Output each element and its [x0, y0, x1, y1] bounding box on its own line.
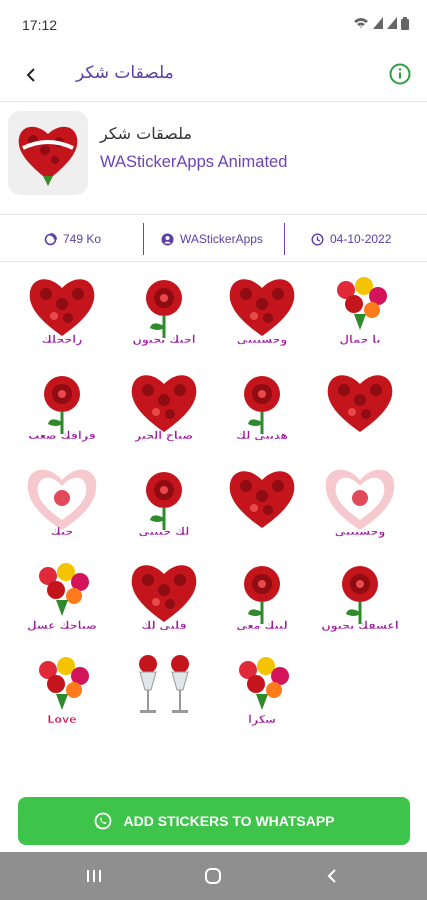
sticker-18[interactable]	[124, 646, 204, 726]
sticker-art: صباحك عسل	[27, 563, 97, 632]
sticker-caption: لك حبيبي	[139, 525, 190, 538]
add-to-whatsapp-button[interactable]: ADD STICKERS TO WHATSAPP	[18, 797, 410, 845]
signal-icon-1	[373, 17, 383, 29]
pack-date: 04-10-2022	[311, 216, 391, 262]
sticker-13[interactable]: صباحك عسل	[22, 552, 102, 632]
sticker-caption: Love	[47, 713, 76, 726]
sticker-caption: صباح الخير	[134, 429, 193, 442]
sticker-3[interactable]: وحشتيني	[222, 266, 302, 346]
status-time: 17:12	[22, 17, 58, 33]
meta-divider	[143, 223, 144, 255]
sticker-art	[327, 375, 393, 432]
status-bar: 17:12	[0, 0, 427, 50]
pack-publisher: WAStickerApps Animated	[100, 153, 288, 171]
sticker-art: Love	[39, 657, 89, 726]
sticker-caption: يا جمال	[339, 333, 380, 346]
sticker-17[interactable]: Love	[22, 646, 102, 726]
sticker-art: وحشتيني	[229, 279, 295, 346]
sticker-4[interactable]: يا جمال	[320, 266, 400, 346]
sticker-10[interactable]: لك حبيبي	[124, 458, 204, 538]
sticker-7[interactable]: هديتي لك	[222, 362, 302, 442]
back-button[interactable]	[18, 62, 44, 88]
sticker-6[interactable]: صباح الخير	[124, 362, 204, 442]
sticker-art: ليتك معي	[236, 566, 288, 632]
size-icon	[44, 232, 57, 245]
sticker-caption: فراقك صعب	[28, 429, 96, 442]
pack-header: ملصقات شكر WAStickerApps Animated	[0, 103, 427, 215]
sticker-art	[139, 655, 189, 713]
person-icon	[161, 233, 174, 245]
meta-divider	[284, 223, 285, 255]
sticker-16[interactable]: اعشقك بجنون	[320, 552, 400, 632]
info-button[interactable]	[387, 61, 413, 87]
pack-date-text: 04-10-2022	[330, 232, 392, 246]
clock-icon	[311, 232, 324, 246]
wifi-icon	[354, 18, 368, 28]
sticker-8[interactable]	[320, 362, 400, 442]
sticker-art	[229, 471, 295, 528]
sticker-art: راحجلك	[29, 279, 95, 346]
sticker-5[interactable]: فراقك صعب	[22, 362, 102, 442]
recents-button[interactable]	[82, 864, 106, 888]
sticker-caption: حبك	[51, 525, 74, 538]
sticker-12[interactable]: وحشتيني	[320, 458, 400, 538]
app-title: ملصقات شكر	[76, 63, 174, 83]
home-button[interactable]	[201, 864, 225, 888]
sticker-2[interactable]: احبك بجنون	[124, 266, 204, 346]
back-nav-button[interactable]	[320, 864, 344, 888]
sticker-caption: اعشقك بجنون	[321, 619, 398, 632]
sticker-art: هديتي لك	[236, 376, 288, 442]
sticker-caption: وحشتيني	[335, 525, 386, 538]
info-icon	[389, 63, 411, 85]
sticker-art: احبك بجنون	[132, 280, 196, 346]
pack-author-text: WAStickerApps	[180, 232, 263, 246]
sticker-art: وحشتيني	[325, 469, 395, 538]
sticker-14[interactable]: قلبي لك	[124, 552, 204, 632]
system-nav-bar	[0, 852, 427, 900]
sticker-1[interactable]: راحجلك	[22, 266, 102, 346]
whatsapp-icon	[95, 812, 112, 830]
pack-meta-row: 749 Ko WAStickerApps 04-10-2022	[0, 216, 427, 262]
chevron-left-icon	[26, 68, 35, 82]
sticker-caption: شكرا	[248, 713, 276, 726]
tray-icon	[8, 111, 88, 195]
sticker-art: لك حبيبي	[138, 472, 190, 538]
pack-size: 749 Ko	[44, 216, 101, 262]
sticker-art: حبك	[27, 469, 97, 538]
sticker-art: صباح الخير	[131, 375, 197, 442]
sticker-19[interactable]: شكرا	[222, 646, 302, 726]
pack-size-text: 749 Ko	[63, 232, 102, 246]
sticker-caption: صباحك عسل	[27, 619, 97, 632]
home-icon	[205, 868, 221, 884]
sticker-caption: وحشتيني	[237, 333, 288, 346]
back-nav-icon	[327, 869, 336, 883]
sticker-caption: قلبي لك	[141, 619, 187, 632]
sticker-art: اعشقك بجنون	[321, 566, 399, 632]
battery-icon	[401, 16, 409, 30]
sticker-caption: راحجلك	[42, 333, 83, 346]
sticker-11[interactable]	[222, 458, 302, 538]
sticker-art: يا جمال	[337, 277, 387, 346]
recents-icon	[87, 870, 101, 882]
sticker-caption: ليتك معي	[236, 619, 287, 632]
sticker-caption: احبك بجنون	[132, 333, 195, 346]
sticker-art: قلبي لك	[131, 565, 197, 632]
sticker-art: فراقك صعب	[28, 376, 96, 442]
sticker-art: شكرا	[239, 657, 289, 726]
pack-name: ملصقات شكر	[100, 124, 192, 143]
status-icons	[353, 16, 409, 30]
sticker-9[interactable]: حبك	[22, 458, 102, 538]
signal-icon-2	[387, 17, 397, 29]
add-to-whatsapp-label: ADD STICKERS TO WHATSAPP	[123, 813, 335, 829]
pack-author: WAStickerApps	[161, 216, 263, 262]
rose-heart-icon	[18, 126, 78, 186]
app-bar: ملصقات شكر	[0, 50, 427, 102]
sticker-caption: هديتي لك	[236, 429, 288, 442]
sticker-15[interactable]: ليتك معي	[222, 552, 302, 632]
